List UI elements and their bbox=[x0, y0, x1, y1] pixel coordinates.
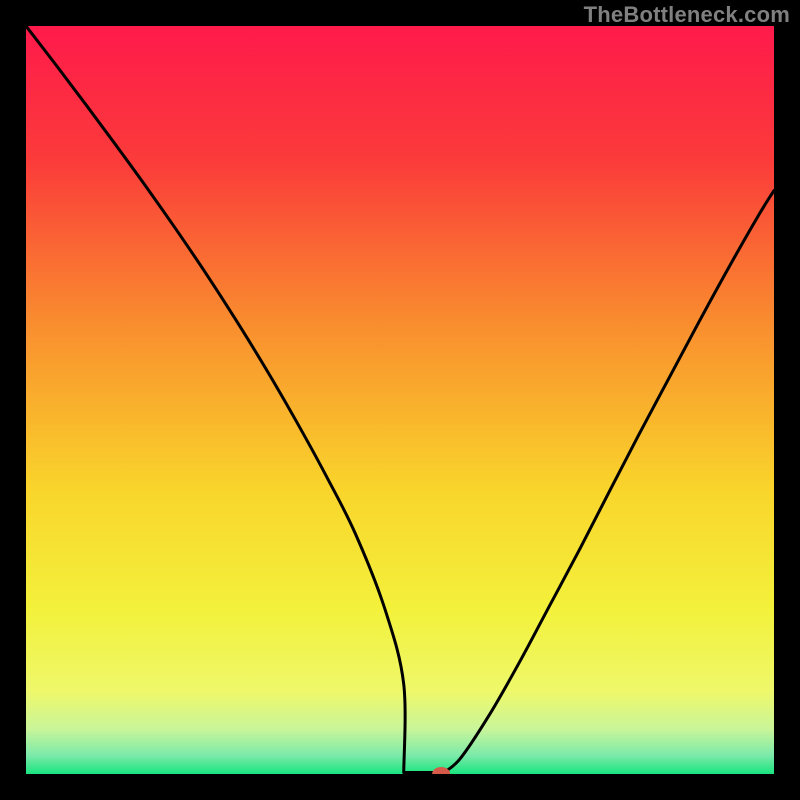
chart-frame: TheBottleneck.com bbox=[0, 0, 800, 800]
watermark-text: TheBottleneck.com bbox=[584, 2, 790, 28]
chart-svg bbox=[26, 26, 774, 774]
bottleneck-plot bbox=[26, 26, 774, 774]
